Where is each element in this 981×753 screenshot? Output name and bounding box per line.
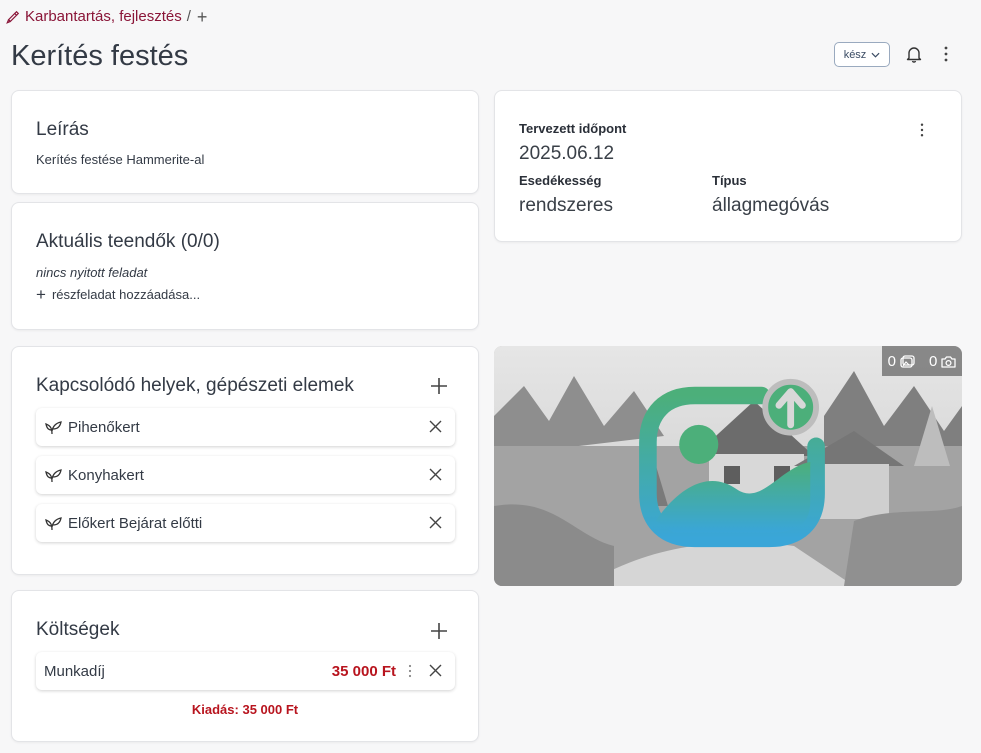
cost-item[interactable]: Munkadíj 35 000 Ft bbox=[36, 652, 455, 690]
image-stack-icon bbox=[900, 354, 915, 368]
sprout-icon bbox=[45, 469, 62, 483]
add-place-button[interactable] bbox=[430, 377, 448, 395]
place-item[interactable]: Előkert Bejárat előtti bbox=[36, 504, 455, 542]
page-title: Kerítés festés bbox=[11, 40, 189, 72]
costs-card: Költségek Munkadíj 35 000 Ft Kiadás: 35 … bbox=[11, 590, 479, 742]
todos-card: Aktuális teendők (0/0) nincs nyitott fel… bbox=[11, 202, 479, 330]
place-item[interactable]: Pihenőkert bbox=[36, 408, 455, 446]
photo-count: 0 bbox=[929, 352, 938, 370]
description-card: Leírás Kerítés festése Hammerite-al bbox=[11, 90, 479, 194]
sprout-icon bbox=[45, 517, 62, 531]
media-count-badge: 0 0 bbox=[882, 346, 962, 376]
todos-title: Aktuális teendők (0/0) bbox=[36, 231, 220, 252]
cost-item-name: Munkadíj bbox=[44, 662, 105, 680]
places-title: Kapcsolódó helyek, gépészeti elemek bbox=[36, 375, 354, 396]
remove-place-button[interactable] bbox=[429, 468, 442, 481]
due-label: Esedékesség bbox=[519, 173, 602, 188]
cost-item-amount: 35 000 Ft bbox=[331, 662, 396, 680]
plus-icon: + bbox=[36, 285, 46, 304]
bell-icon[interactable] bbox=[905, 45, 923, 63]
remove-place-button[interactable] bbox=[429, 516, 442, 529]
due-value: rendszeres bbox=[519, 195, 613, 216]
paint-brush-icon bbox=[6, 10, 20, 24]
planned-date-value: 2025.06.12 bbox=[519, 143, 615, 164]
camera-icon bbox=[941, 355, 956, 368]
description-title: Leírás bbox=[36, 119, 89, 140]
kebab-icon[interactable] bbox=[938, 45, 954, 63]
place-item-label: Konyhakert bbox=[68, 466, 144, 484]
status-dropdown[interactable]: kész bbox=[834, 42, 890, 67]
remove-cost-button[interactable] bbox=[429, 664, 442, 677]
add-subtask-label: részfeladat hozzáadása... bbox=[51, 287, 201, 302]
description-text: Kerítés festése Hammerite-al bbox=[36, 152, 205, 167]
breadcrumb-category-link[interactable]: Karbantartás, fejlesztés bbox=[25, 8, 182, 25]
kebab-icon[interactable] bbox=[915, 122, 929, 138]
place-item-label: Előkert Bejárat előtti bbox=[68, 514, 203, 532]
costs-total: Kiadás: 35 000 Ft bbox=[191, 702, 299, 717]
place-item-label: Pihenőkert bbox=[68, 418, 140, 436]
add-cost-button[interactable] bbox=[430, 622, 448, 640]
todos-empty-text: nincs nyitott feladat bbox=[36, 265, 148, 280]
add-subtask-link[interactable]: + részfeladat hozzáadása... bbox=[36, 285, 201, 304]
places-card: Kapcsolódó helyek, gépészeti elemek Pihe… bbox=[11, 346, 479, 575]
photo-gallery[interactable]: 0 0 bbox=[494, 346, 962, 586]
chevron-down-icon bbox=[871, 52, 880, 58]
kebab-icon[interactable] bbox=[407, 664, 413, 678]
image-upload-icon[interactable] bbox=[634, 374, 830, 550]
breadcrumb-separator: / bbox=[186, 8, 191, 25]
status-label: kész bbox=[843, 48, 867, 61]
costs-title: Költségek bbox=[36, 619, 120, 640]
type-value: állagmegóvás bbox=[712, 195, 830, 216]
type-label: Típus bbox=[712, 173, 747, 188]
breadcrumb: Karbantartás, fejlesztés / + bbox=[6, 8, 208, 26]
sprout-icon bbox=[45, 421, 62, 435]
place-item[interactable]: Konyhakert bbox=[36, 456, 455, 494]
schedule-card: Tervezett időpont 2025.06.12 Esedékesség… bbox=[494, 90, 962, 242]
planned-date-label: Tervezett időpont bbox=[519, 121, 627, 136]
image-count: 0 bbox=[887, 352, 896, 370]
plus-icon[interactable]: + bbox=[197, 8, 208, 26]
remove-place-button[interactable] bbox=[429, 420, 442, 433]
